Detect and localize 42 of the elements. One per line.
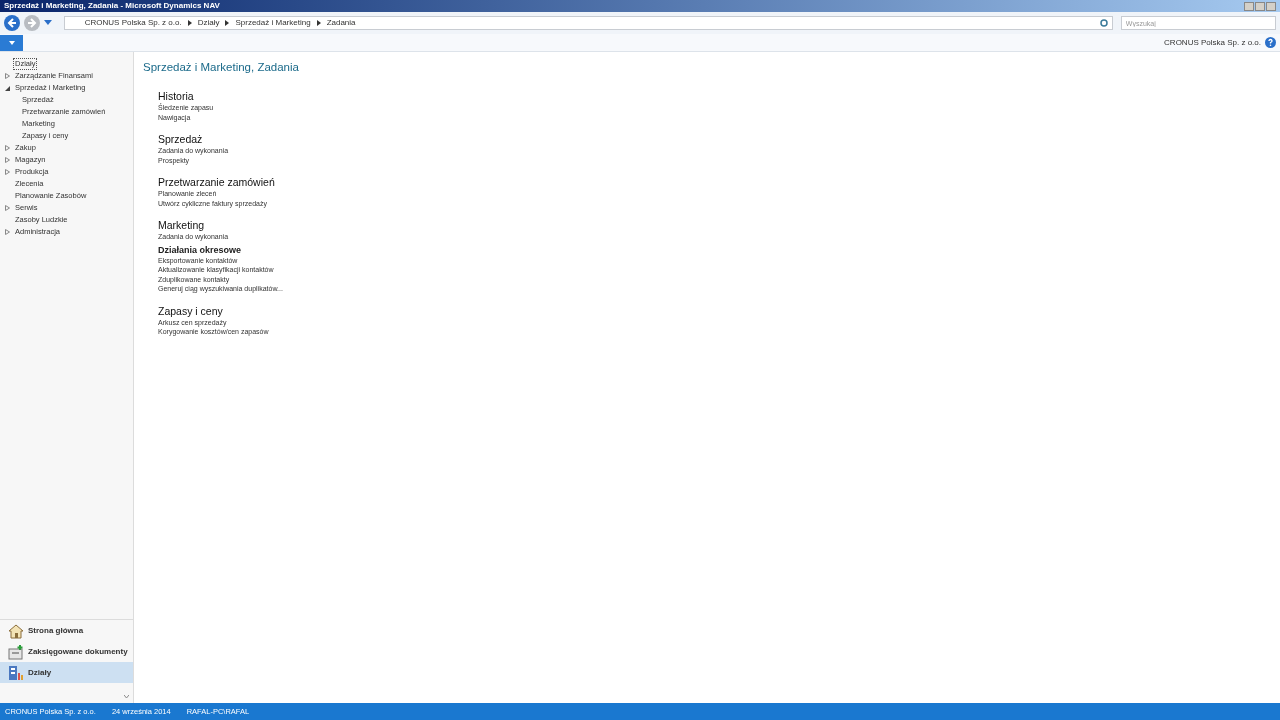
company-name: CRONUS Polska Sp. z o.o. xyxy=(1164,36,1261,49)
back-button[interactable] xyxy=(4,15,20,31)
house-icon xyxy=(8,622,24,639)
breadcrumb-item[interactable]: Zadania xyxy=(326,19,356,27)
address-bar[interactable]: CRONUS Polska Sp. z o.o. Działy Sprzedaż i Marketing Zadania xyxy=(63,16,1113,30)
section-heading: Historia xyxy=(158,90,195,103)
breadcrumb-arrow-icon xyxy=(316,20,321,26)
breadcrumb-arrow-icon xyxy=(187,20,192,26)
minimize-button[interactable] xyxy=(1244,1,1254,11)
expand-icon[interactable] xyxy=(5,169,10,175)
help-icon[interactable] xyxy=(1265,37,1276,48)
window-title: Sprzedaż i Marketing, Zadania - Microsoft Dynamics NAV xyxy=(4,2,220,10)
restore-button[interactable] xyxy=(1255,1,1265,11)
breadcrumb-item[interactable]: Sprzedaż i Marketing xyxy=(235,19,311,27)
close-button[interactable] xyxy=(1266,1,1276,11)
caret-icon xyxy=(8,40,15,45)
navigation-pane-button[interactable]: Zaksięgowane dokumenty xyxy=(0,641,133,662)
breadcrumb-item[interactable]: CRONUS Polska Sp. z o.o. xyxy=(84,19,182,27)
expand-icon[interactable] xyxy=(5,73,10,79)
ribbon-menu-button[interactable] xyxy=(0,34,23,51)
breadcrumb-item[interactable]: Działy xyxy=(197,19,220,27)
section-heading: Marketing xyxy=(158,219,206,233)
expand-icon[interactable] xyxy=(5,229,10,235)
section-subheading: Działania okresowe xyxy=(158,244,243,256)
expand-icon[interactable] xyxy=(5,205,10,211)
breadcrumb-arrow-icon xyxy=(225,20,230,26)
expand-icon[interactable] xyxy=(5,157,10,163)
section-heading: Sprzedaż xyxy=(158,133,204,147)
document-tray-icon xyxy=(8,643,24,660)
section-heading: Przetwarzanie zamówień xyxy=(158,176,276,190)
collapse-icon[interactable] xyxy=(5,85,10,91)
arrow-left-icon xyxy=(6,18,17,28)
expand-icon[interactable] xyxy=(5,145,10,151)
chevron-down-icon[interactable] xyxy=(124,694,129,699)
page-title: Sprzedaż i Marketing, Zadania xyxy=(143,60,300,75)
dropdown-arrow-icon[interactable] xyxy=(43,20,52,26)
navigation-pane-button[interactable]: Działy xyxy=(0,662,133,683)
refresh-icon[interactable] xyxy=(1099,19,1108,27)
section-heading: Zapasy i ceny xyxy=(158,304,224,318)
building-chart-icon xyxy=(8,664,24,681)
arrow-right-icon xyxy=(26,18,37,28)
navigation-pane-button[interactable]: Strona główna xyxy=(0,620,133,641)
